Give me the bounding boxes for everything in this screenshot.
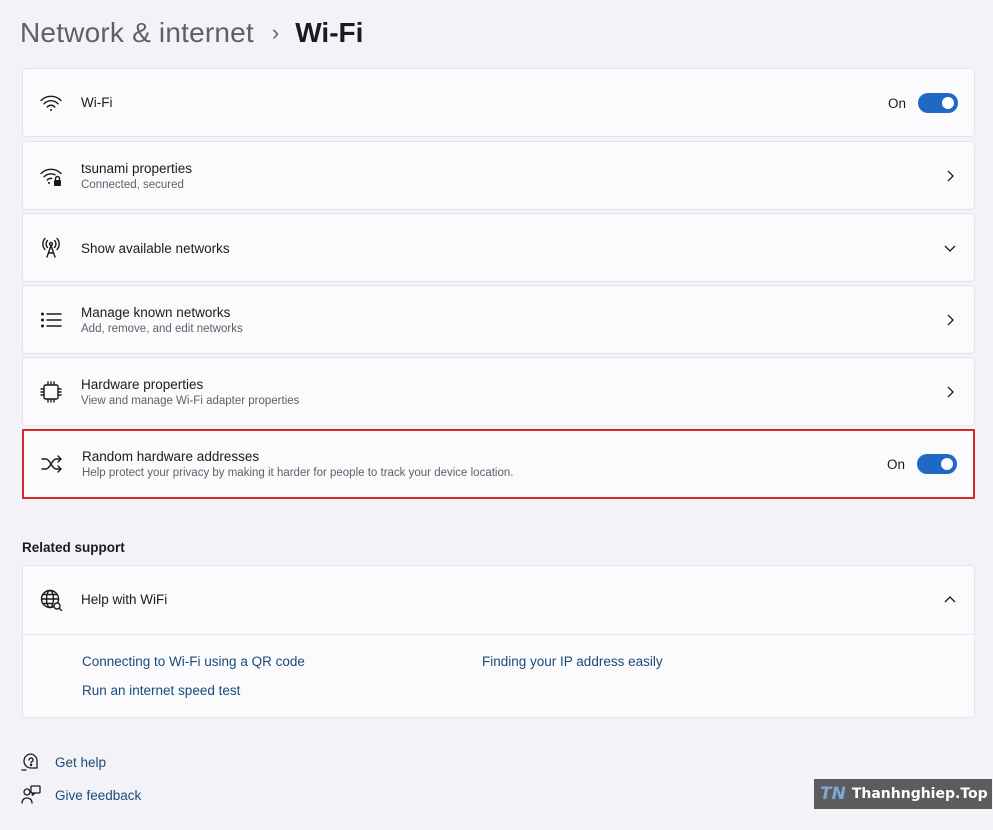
help-with-wifi-card: Help with WiFi Connecting to Wi-Fi using… [22, 565, 975, 718]
known-networks-title: Manage known networks [81, 305, 231, 320]
network-properties-subtitle: Connected, secured [81, 179, 184, 191]
link-ip-address[interactable]: Finding your IP address easily [482, 654, 663, 669]
chevron-up-icon [942, 592, 958, 608]
known-networks-card[interactable]: Manage known networks Add, remove, and e… [22, 285, 975, 354]
help-with-wifi-title: Help with WiFi [81, 592, 168, 607]
antenna-icon [39, 236, 63, 260]
page-title: Wi-Fi [295, 17, 364, 48]
link-speed-test[interactable]: Run an internet speed test [82, 683, 240, 698]
wifi-toggle[interactable] [918, 93, 958, 113]
breadcrumb-parent[interactable]: Network & internet [20, 17, 254, 49]
related-support-heading: Related support [22, 540, 125, 555]
breadcrumb-separator: › [271, 20, 280, 45]
network-properties-title: tsunami properties [81, 161, 193, 176]
wifi-lock-icon [39, 164, 63, 188]
toggle-knob [941, 458, 953, 470]
wifi-title: Wi-Fi [81, 95, 113, 110]
random-addresses-toggle[interactable] [917, 454, 957, 474]
get-help-label: Get help [55, 754, 107, 770]
breadcrumb: Network & internet › Wi-Fi [20, 14, 363, 52]
random-addresses-toggle-label: On [886, 456, 905, 472]
available-networks-card[interactable]: Show available networks [22, 213, 975, 282]
link-qr-code[interactable]: Connecting to Wi-Fi using a QR code [82, 654, 305, 669]
give-feedback-label: Give feedback [55, 787, 142, 803]
globe-icon [39, 588, 63, 612]
watermark-logo: TN [820, 784, 846, 804]
chevron-right-icon [942, 168, 958, 184]
chip-icon [39, 380, 63, 404]
feedback-icon [20, 784, 42, 806]
random-addresses-subtitle: Help protect your privacy by making it h… [82, 467, 514, 479]
give-feedback-link[interactable]: Give feedback [20, 784, 141, 806]
toggle-knob [942, 97, 954, 109]
hardware-properties-title: Hardware properties [81, 377, 204, 392]
wifi-icon [39, 91, 63, 115]
chevron-down-icon [942, 240, 958, 256]
shuffle-icon [40, 452, 64, 476]
random-addresses-card: Random hardware addresses Help protect y… [22, 429, 975, 499]
random-addresses-toggle-group: On [887, 454, 957, 474]
wifi-card: Wi-Fi On [22, 68, 975, 137]
watermark: TN Thanhnghiep.Top [814, 779, 992, 809]
wifi-toggle-group: On [888, 93, 958, 113]
watermark-text: Thanhnghiep.Top [851, 786, 988, 802]
chevron-right-icon [942, 384, 958, 400]
help-with-wifi-header[interactable]: Help with WiFi [23, 566, 974, 635]
hardware-properties-subtitle: View and manage Wi-Fi adapter properties [81, 395, 300, 407]
available-networks-title: Show available networks [81, 241, 230, 256]
known-networks-subtitle: Add, remove, and edit networks [81, 323, 243, 335]
list-icon [39, 308, 63, 332]
chevron-right-icon [942, 312, 958, 328]
hardware-properties-card[interactable]: Hardware properties View and manage Wi-F… [22, 357, 975, 426]
wifi-toggle-label: On [887, 95, 906, 111]
help-chat-icon [20, 751, 42, 773]
random-addresses-title: Random hardware addresses [82, 449, 260, 464]
get-help-link[interactable]: Get help [20, 751, 106, 773]
network-properties-card[interactable]: tsunami properties Connected, secured [22, 141, 975, 210]
